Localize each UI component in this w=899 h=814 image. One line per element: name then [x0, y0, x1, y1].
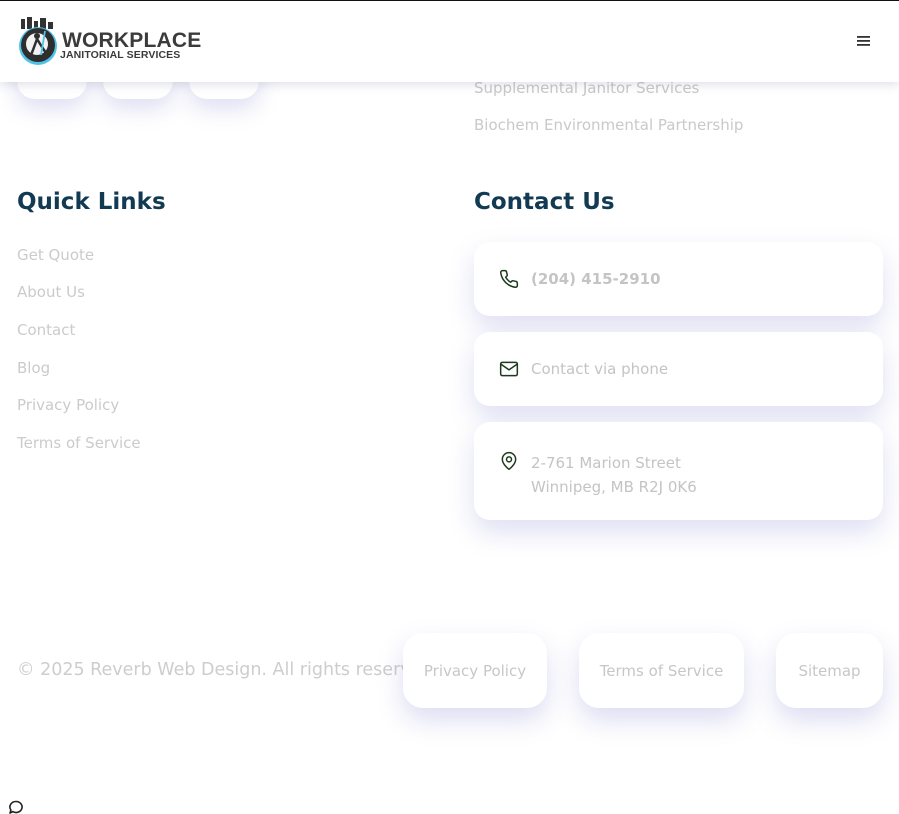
footer-sitemap-button[interactable]: Sitemap — [776, 633, 883, 708]
chat-bubble-icon[interactable] — [8, 800, 24, 814]
address-line-1: 2-761 Marion Street — [531, 454, 681, 472]
site-header: WORKPLACE JANITORIAL SERVICES — [0, 0, 899, 82]
contact-us-heading: Contact Us — [474, 189, 615, 215]
service-link-biochem[interactable]: Biochem Environmental Partnership — [474, 116, 743, 134]
footer-privacy-policy-button[interactable]: Privacy Policy — [403, 633, 547, 708]
quick-link-blog[interactable]: Blog — [17, 359, 50, 377]
quick-link-get-quote[interactable]: Get Quote — [17, 246, 94, 264]
hamburger-icon — [856, 36, 870, 46]
phone-card[interactable]: (204) 415-2910 — [474, 242, 883, 316]
quick-link-terms-of-service[interactable]: Terms of Service — [17, 434, 141, 452]
quick-link-contact[interactable]: Contact — [17, 321, 75, 339]
email-card[interactable]: Contact via phone — [474, 332, 883, 406]
quick-link-about-us[interactable]: About Us — [17, 283, 85, 301]
phone-icon — [500, 269, 519, 288]
logo-mark-icon — [19, 17, 57, 65]
quick-link-privacy-policy[interactable]: Privacy Policy — [17, 396, 119, 414]
address-card[interactable]: 2-761 Marion Street Winnipeg, MB R2J 0K6 — [474, 422, 883, 520]
phone-number[interactable]: (204) 415-2910 — [531, 270, 661, 288]
company-logo[interactable]: WORKPLACE JANITORIAL SERVICES — [18, 17, 201, 69]
quick-links-heading: Quick Links — [17, 189, 166, 215]
email-label[interactable]: Contact via phone — [531, 360, 668, 378]
copyright-text: © 2025 Reverb Web Design. All rights res… — [17, 660, 439, 680]
map-pin-icon — [501, 451, 517, 471]
hamburger-menu-button[interactable] — [855, 34, 871, 50]
address-line-2: Winnipeg, MB R2J 0K6 — [531, 478, 697, 496]
footer-terms-of-service-button[interactable]: Terms of Service — [579, 633, 744, 708]
logo-subtitle: JANITORIAL SERVICES — [60, 49, 181, 61]
mail-icon — [499, 361, 519, 377]
address-block: 2-761 Marion Street Winnipeg, MB R2J 0K6 — [531, 451, 697, 499]
